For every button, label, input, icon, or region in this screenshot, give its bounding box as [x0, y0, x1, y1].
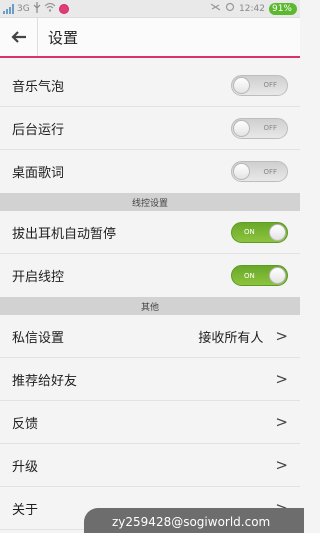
desktop-lyrics-toggle[interactable]: OFF	[231, 161, 288, 182]
app-notification-icon	[58, 3, 69, 14]
toggle-knob	[233, 76, 250, 94]
back-arrow-icon	[10, 31, 26, 43]
chevron-right-icon: >	[275, 370, 288, 388]
setting-label: 升级	[12, 459, 39, 475]
private-message-value: 接收所有人	[198, 330, 264, 346]
toggle-state: OFF	[263, 167, 277, 176]
back-button[interactable]	[0, 18, 38, 56]
section-header-other: 其他	[0, 297, 300, 315]
setting-label: 私信设置	[12, 330, 65, 346]
setting-label: 拔出耳机自动暂停	[12, 226, 117, 242]
chevron-right-icon: >	[275, 456, 288, 474]
setting-label: 音乐气泡	[12, 79, 65, 95]
clock: 12:42	[239, 3, 265, 14]
toggle-knob	[233, 119, 250, 137]
wifi-icon	[44, 2, 56, 15]
wire-control-toggle[interactable]: ON	[231, 265, 288, 286]
setting-label: 推荐给好友	[12, 373, 78, 389]
toggle-knob	[269, 223, 286, 241]
mute-icon	[210, 2, 221, 15]
toggle-knob	[269, 267, 286, 284]
section-header-wire-control: 线控设置	[0, 193, 300, 211]
toggle-state: ON	[244, 271, 255, 280]
setting-label: 后台运行	[12, 122, 65, 138]
setting-row-unplug-pause[interactable]: 拔出耳机自动暂停 ON	[0, 211, 300, 254]
settings-list: 音乐气泡 OFF 后台运行 OFF 桌面歌词 OFF 线控设置 拔出耳机自动暂停	[0, 64, 300, 530]
setting-row-desktop-lyrics[interactable]: 桌面歌词 OFF	[0, 150, 300, 193]
music-bubble-toggle[interactable]: OFF	[231, 74, 288, 96]
setting-row-wire-control[interactable]: 开启线控 ON	[0, 254, 300, 297]
network-type: 3G	[17, 3, 30, 14]
title-bar: 设置	[0, 18, 300, 58]
setting-row-music-bubble[interactable]: 音乐气泡 OFF	[0, 64, 300, 107]
toggle-state: OFF	[263, 81, 277, 89]
setting-row-background-run[interactable]: 后台运行 OFF	[0, 107, 300, 150]
sync-icon	[225, 2, 235, 15]
setting-label: 关于	[12, 502, 39, 518]
toggle-knob	[233, 163, 250, 180]
setting-row-feedback[interactable]: 反馈 >	[0, 401, 300, 444]
setting-label: 桌面歌词	[12, 166, 65, 181]
battery-level: 91%	[271, 3, 292, 14]
account-toast: zy259428@sogiworld.com	[84, 508, 304, 533]
chevron-right-icon: >	[275, 327, 288, 345]
usb-icon	[33, 1, 41, 16]
setting-row-private-message[interactable]: 私信设置 接收所有人 >	[0, 315, 300, 358]
chevron-right-icon: >	[275, 413, 288, 431]
toggle-state: OFF	[263, 124, 277, 132]
battery-indicator: 91%	[268, 2, 297, 15]
page-title: 设置	[48, 28, 79, 47]
signal-icon	[3, 3, 14, 14]
background-run-toggle[interactable]: OFF	[231, 117, 288, 139]
setting-row-recommend[interactable]: 推荐给好友 >	[0, 358, 300, 401]
toggle-state: ON	[244, 228, 255, 236]
unplug-pause-toggle[interactable]: ON	[231, 221, 288, 243]
setting-label: 反馈	[12, 416, 39, 432]
setting-label: 开启线控	[12, 270, 65, 285]
status-bar: 3G 12:42 91%	[0, 0, 300, 18]
setting-row-upgrade[interactable]: 升级 >	[0, 444, 300, 487]
